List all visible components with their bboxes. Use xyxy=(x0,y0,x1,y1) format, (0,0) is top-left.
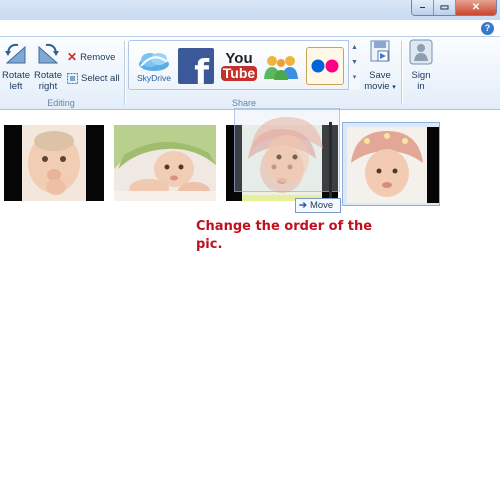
messenger-button[interactable] xyxy=(262,47,300,85)
insertion-marker xyxy=(329,122,332,202)
letterbox-bar xyxy=(86,125,104,201)
baby-photo-1 xyxy=(22,125,86,201)
baby-photo-4 xyxy=(347,127,427,203)
sign-in-button[interactable]: Sign in xyxy=(405,39,437,92)
save-movie-button[interactable]: Save movie ▾ xyxy=(362,39,398,93)
instruction-text: Change the order of the pic. xyxy=(196,219,373,252)
youtube-icon: You Tube xyxy=(220,50,258,81)
facebook-icon: f xyxy=(178,48,214,84)
rotate-left-label-1: Rotate xyxy=(2,70,30,81)
dragged-photo xyxy=(251,117,323,183)
skydrive-icon xyxy=(139,53,169,71)
youtube-you-text: You xyxy=(225,50,253,67)
ribbon-separator xyxy=(124,41,125,105)
selected-clip-frame[interactable] xyxy=(342,122,440,206)
select-all-label: Select all xyxy=(81,73,120,84)
save-movie-icon xyxy=(370,40,390,62)
rotate-right-label-2: right xyxy=(38,81,58,92)
window-controls: – ▭ ✕ xyxy=(411,0,497,16)
move-tooltip-label: Move xyxy=(309,200,334,211)
rotate-right-label-1: Rotate xyxy=(34,70,62,81)
select-all-button[interactable]: Select all xyxy=(67,73,120,84)
clip-thumbnail[interactable] xyxy=(347,127,439,203)
ribbon-separator xyxy=(401,41,402,105)
dropdown-arrow-icon: ▾ xyxy=(392,84,396,91)
flickr-button[interactable] xyxy=(306,47,344,85)
remove-button[interactable]: ✕ Remove xyxy=(67,50,115,64)
help-icon[interactable]: ? xyxy=(481,22,494,35)
title-bar: – ▭ ✕ xyxy=(0,0,500,20)
remove-x-icon: ✕ xyxy=(67,50,78,64)
minimize-button[interactable]: – xyxy=(412,0,434,15)
rotate-right-icon xyxy=(38,43,59,64)
move-arrow-icon: ➔ xyxy=(299,200,307,211)
remove-label: Remove xyxy=(80,51,116,63)
messenger-icon xyxy=(264,56,298,80)
rotate-right-button[interactable]: Rotate right xyxy=(32,41,64,92)
save-movie-label-2-text: movie xyxy=(364,81,390,92)
letterbox-bar xyxy=(427,127,439,203)
flickr-icon xyxy=(311,59,339,73)
youtube-button[interactable]: You Tube xyxy=(220,47,258,85)
clip-thumbnail[interactable] xyxy=(4,125,104,201)
sign-in-label-2: in xyxy=(417,81,425,92)
select-all-icon xyxy=(67,73,78,84)
sign-in-label-1: Sign xyxy=(411,70,431,81)
gallery-expand-icon[interactable]: ▾ xyxy=(349,70,360,85)
skydrive-button[interactable]: SkyDrive xyxy=(132,47,176,85)
baby-photo-2 xyxy=(114,125,216,201)
sign-in-icon xyxy=(409,39,433,65)
skydrive-label: SkyDrive xyxy=(136,73,171,83)
ribbon: Rotate left Rotate right ✕ Remove Select… xyxy=(0,36,500,110)
restore-button[interactable]: ▭ xyxy=(434,0,456,15)
share-group: SkyDrive f You Tube Share xyxy=(128,39,360,109)
youtube-tube-text: Tube xyxy=(220,65,258,81)
save-movie-label-2: movie ▾ xyxy=(362,81,398,93)
clip-thumbnail[interactable] xyxy=(114,125,216,201)
save-movie-label-1: Save xyxy=(369,70,391,81)
rotate-left-label-2: left xyxy=(9,81,23,92)
scroll-down-icon[interactable]: ▼ xyxy=(349,55,360,70)
share-group-label: Share xyxy=(231,98,257,108)
rotate-left-icon xyxy=(5,43,26,64)
letterbox-bar xyxy=(4,125,22,201)
scroll-up-icon[interactable]: ▲ xyxy=(349,40,360,55)
editing-group-label: Editing xyxy=(47,98,75,108)
drag-ghost-clip xyxy=(234,108,340,192)
close-button[interactable]: ✕ xyxy=(456,0,496,15)
share-gallery-scroll[interactable]: ▲ ▼ ▾ xyxy=(348,40,360,90)
move-tooltip: ➔ Move xyxy=(295,198,341,213)
rotate-left-button[interactable]: Rotate left xyxy=(0,41,32,92)
facebook-button[interactable]: f xyxy=(177,47,215,85)
editing-group: Rotate left Rotate right ✕ Remove Select… xyxy=(0,39,122,109)
